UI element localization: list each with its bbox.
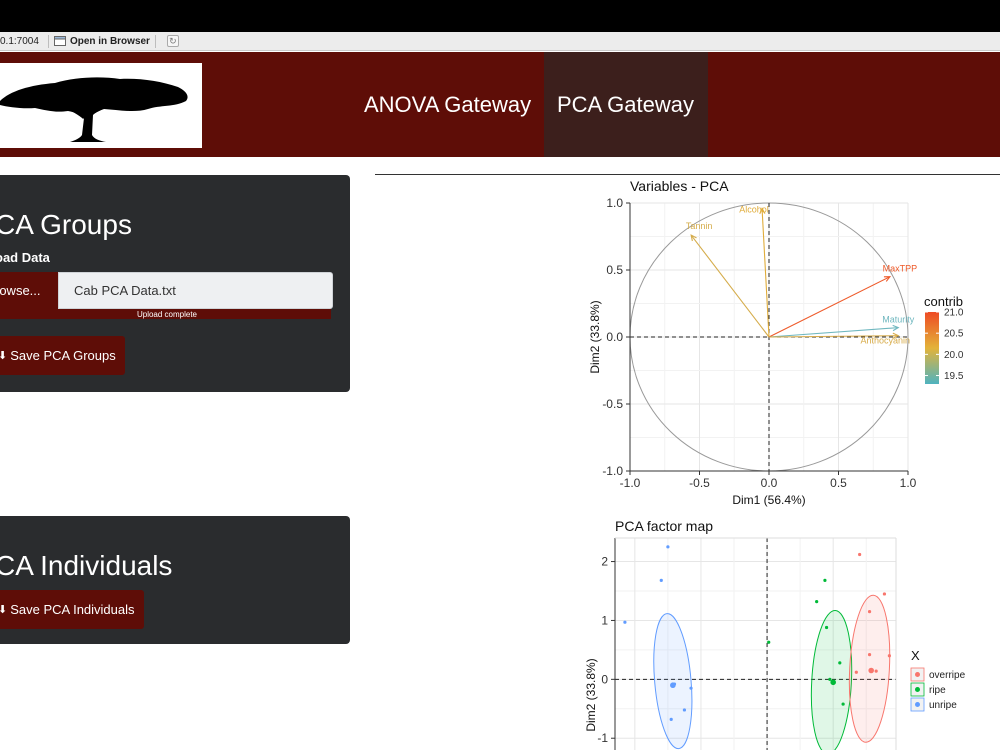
y-tick-label: 1.0: [606, 196, 623, 210]
group-centroid-unripe: [670, 682, 676, 689]
arrow-label: Anthocyanin: [860, 336, 910, 346]
toolbar-divider: [154, 34, 156, 48]
legend-tick-label: 21.0: [944, 308, 964, 319]
y-tick-label: 0.0: [606, 330, 623, 344]
legend-label: overripe: [929, 670, 966, 681]
open-in-browser-button[interactable]: Open in Browser: [53, 35, 150, 47]
y-tick-label: -0.5: [602, 397, 623, 411]
group-centroid-overripe: [868, 667, 875, 674]
upload-progress-bar: Upload complete: [0, 309, 331, 319]
data-point-unripe: [623, 620, 627, 624]
legend-label: unripe: [929, 700, 957, 711]
refresh-icon[interactable]: ↻: [166, 35, 179, 47]
browse-button[interactable]: rowse...: [0, 272, 58, 309]
pca-factor-map-chart: 2 1 0 -1 PCA factor map Dim2 (33.8%) Xoverripe…: [584, 518, 966, 750]
upload-progress-text: Upload complete: [136, 309, 198, 319]
tree-silhouette-icon: [0, 77, 188, 142]
data-point-overripe: [887, 654, 891, 658]
variables-pca-chart: Tannin Alcohol MaxTPP Maturity Anthocyanin -1…: [588, 178, 964, 507]
window-top-bar: [0, 0, 1000, 32]
data-point-ripe: [767, 640, 771, 644]
pca-individuals-title: CA Individuals: [0, 550, 173, 581]
data-point-overripe: [854, 670, 858, 674]
data-point-overripe: [867, 610, 872, 614]
data-point-overripe: [874, 669, 878, 673]
pca-individuals-panel: CA Individuals ⬇ Save PCA Individuals: [0, 516, 350, 644]
y-tick-label: 2: [601, 555, 608, 569]
chart-title: Variables - PCA: [630, 178, 729, 194]
data-point-overripe: [882, 592, 887, 596]
arrow-label: Tannin: [686, 221, 713, 231]
legend-key-dot: [915, 702, 920, 707]
legend-tick-label: 20.0: [944, 350, 964, 361]
arrow-label: Alcohol: [739, 204, 769, 214]
y-tick-label: 0.5: [606, 263, 623, 277]
x-tick-label: -0.5: [689, 476, 710, 490]
y-tick-label: 0: [601, 672, 608, 686]
y-axis-label: Dim2 (33.8%): [584, 658, 598, 731]
pca-groups-panel: CA Groups oad Data rowse... Cab PCA Data…: [0, 175, 350, 392]
viewer-toolbar: 0.1:7004 Open in Browser ↻: [0, 32, 1000, 51]
x-tick-label: 0.0: [761, 476, 778, 490]
legend-tick-label: 20.5: [944, 329, 964, 340]
data-point-unripe: [682, 708, 687, 712]
toolbar-divider: [47, 34, 49, 48]
x-tick-label: -1.0: [620, 476, 641, 490]
legend-tick-label: 19.5: [944, 371, 964, 382]
app-navbar: ANOVA Gateway PCA Gateway: [0, 52, 1000, 157]
download-icon: ⬇: [0, 350, 8, 362]
group-centroid-ripe: [830, 679, 836, 686]
legend-title: X: [911, 648, 920, 663]
save-pca-individuals-label: Save PCA Individuals: [10, 602, 135, 617]
save-pca-groups-button[interactable]: ⬇ Save PCA Groups: [0, 336, 125, 375]
nav-tab-pca-gateway[interactable]: PCA Gateway: [544, 52, 708, 157]
data-point-ripe: [824, 625, 829, 630]
legend-colorbar: [925, 312, 939, 384]
y-tick-label: -1: [597, 731, 608, 745]
x-axis-label: Dim1 (56.4%): [732, 493, 805, 507]
data-point-unripe: [666, 545, 670, 549]
data-point-ripe: [823, 578, 827, 582]
download-icon: ⬇: [0, 604, 8, 616]
data-point-ripe: [838, 661, 842, 665]
pca-groups-title: CA Groups: [0, 209, 132, 240]
data-point-unripe: [669, 717, 673, 721]
data-point-ripe: [815, 600, 819, 604]
data-point-ripe: [828, 677, 832, 681]
y-tick-label: -1.0: [602, 464, 623, 478]
url-text: 0.1:7004: [0, 35, 39, 47]
browser-window-icon: [53, 36, 66, 46]
nav-tab-anova-gateway[interactable]: ANOVA Gateway: [351, 52, 544, 157]
save-pca-individuals-button[interactable]: ⬇ Save PCA Individuals: [0, 590, 144, 629]
arrow-label: Maturity: [882, 315, 915, 325]
data-point-overripe: [867, 653, 872, 657]
x-tick-label: 1.0: [900, 476, 917, 490]
data-point-ripe: [841, 702, 845, 706]
data-point-overripe: [858, 552, 862, 557]
file-name-input[interactable]: Cab PCA Data.txt: [58, 272, 333, 309]
open-in-browser-label: Open in Browser: [69, 35, 150, 47]
legend-label: ripe: [929, 685, 946, 696]
data-point-unripe: [659, 578, 663, 582]
y-axis-label: Dim2 (33.8%): [588, 300, 602, 373]
arrow-label: MaxTPP: [883, 264, 918, 274]
data-point-unripe: [689, 686, 693, 690]
legend-key-dot: [915, 672, 920, 677]
x-tick-label: 0.5: [830, 476, 847, 490]
acacia-tree-logo: [0, 63, 202, 148]
chart-title: PCA factor map: [615, 518, 713, 534]
y-tick-label: 1: [601, 613, 608, 627]
upload-data-label: oad Data: [0, 250, 50, 265]
legend-key-dot: [915, 687, 920, 692]
save-pca-groups-label: Save PCA Groups: [10, 348, 116, 363]
